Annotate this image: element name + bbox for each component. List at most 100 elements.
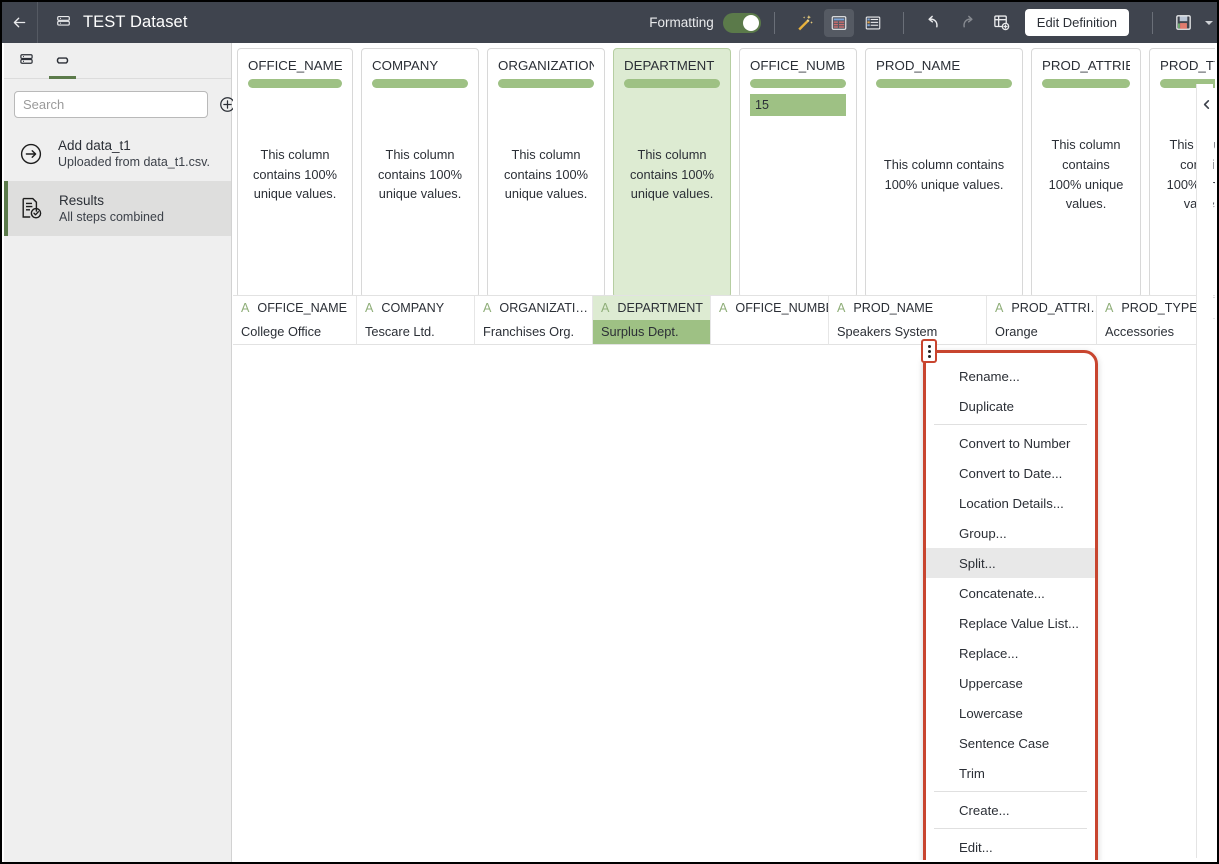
formatting-toggle[interactable] bbox=[723, 13, 761, 33]
column-card[interactable]: OFFICE_NUMBER15 bbox=[739, 48, 857, 298]
database-icon bbox=[18, 52, 35, 69]
unique-values-note: This column contains 100% unique values. bbox=[624, 88, 720, 297]
grid-column-header[interactable]: AOFFICE_NUMBER bbox=[711, 296, 829, 320]
grid-cell[interactable]: Surplus Dept. bbox=[593, 319, 711, 345]
toolbar-divider bbox=[774, 12, 775, 34]
context-menu-item[interactable]: Concatenate... bbox=[926, 578, 1095, 608]
back-button[interactable] bbox=[2, 2, 38, 43]
add-view-icon bbox=[992, 13, 1011, 32]
column-profile-cards: OFFICE_NAMEThis column contains 100% uni… bbox=[233, 43, 1215, 295]
column-card[interactable]: DEPARTMENTThis column contains 100% uniq… bbox=[613, 48, 731, 298]
grid-column-header-label: PROD_NAME bbox=[853, 301, 933, 315]
column-card-title: PROD_NAME bbox=[876, 58, 1012, 73]
steps-list: Add data_t1 Uploaded from data_t1.csv. R… bbox=[4, 126, 231, 236]
toolbar-divider-3 bbox=[1152, 12, 1153, 34]
database-icon bbox=[55, 14, 72, 31]
grid-cell[interactable] bbox=[711, 319, 829, 345]
column-card[interactable]: OFFICE_NAMEThis column contains 100% uni… bbox=[237, 48, 353, 298]
sidebar-tabs bbox=[4, 43, 231, 79]
column-context-menu: Rename...Duplicate Convert to NumberConve… bbox=[923, 350, 1098, 860]
sidebar-tab-prepare[interactable] bbox=[53, 43, 72, 79]
list-view-button[interactable] bbox=[858, 9, 888, 37]
value-bar[interactable]: 15 bbox=[750, 94, 846, 116]
grid-cell[interactable]: Tescare Ltd. bbox=[357, 319, 475, 345]
column-type-icon: A bbox=[719, 301, 727, 315]
main-content: OFFICE_NAME This column contains 100% uni… bbox=[233, 43, 1215, 860]
grid-cell[interactable]: Accessories bbox=[1097, 319, 1207, 345]
context-menu-item[interactable]: Split... bbox=[926, 548, 1095, 578]
redo-button[interactable] bbox=[953, 9, 983, 37]
top-bar: TEST Dataset Formatting bbox=[2, 2, 1217, 43]
toolbar-divider-2 bbox=[903, 12, 904, 34]
save-group[interactable] bbox=[1166, 9, 1217, 37]
context-menu-item[interactable]: Replace... bbox=[926, 638, 1095, 668]
context-menu-separator bbox=[934, 828, 1087, 829]
column-fill-bar bbox=[876, 79, 1012, 88]
grid-cell[interactable]: Speakers System bbox=[829, 319, 987, 345]
context-menu-item[interactable]: Sentence Case bbox=[926, 728, 1095, 758]
context-menu-item[interactable]: Location Details... bbox=[926, 488, 1095, 518]
column-card-title: PROD_ATTRIBU… bbox=[1042, 58, 1130, 73]
sidebar-tab-data[interactable] bbox=[18, 43, 35, 79]
application-window: TEST Dataset Formatting bbox=[0, 0, 1219, 864]
dot bbox=[928, 345, 931, 348]
formatting-label: Formatting bbox=[649, 15, 714, 30]
grid-column-header[interactable]: APROD_TYPE bbox=[1097, 296, 1207, 320]
step-results[interactable]: Results All steps combined bbox=[4, 181, 231, 236]
column-card[interactable]: PROD_ATTRIBU…This column contains 100% u… bbox=[1031, 48, 1141, 298]
context-menu-item[interactable]: Replace Value List... bbox=[926, 608, 1095, 638]
toolbar: Formatting bbox=[649, 2, 1217, 43]
grid-column-header[interactable]: AOFFICE_NAME bbox=[233, 296, 357, 320]
save-dropdown-caret[interactable] bbox=[1205, 21, 1213, 25]
magic-wand-button[interactable] bbox=[790, 9, 820, 37]
edit-definition-button[interactable]: Edit Definition bbox=[1025, 9, 1129, 36]
grid-column-header[interactable]: A PROD_NAME bbox=[829, 296, 987, 320]
column-type-icon: A bbox=[837, 301, 845, 315]
grid-cell[interactable]: College Office bbox=[233, 319, 357, 345]
column-menu-handle[interactable] bbox=[921, 339, 937, 363]
redo-icon bbox=[958, 13, 977, 32]
context-menu-item[interactable]: Group... bbox=[926, 518, 1095, 548]
context-menu-item[interactable]: Trim bbox=[926, 758, 1095, 788]
undo-button[interactable] bbox=[919, 9, 949, 37]
step-title: Add data_t1 bbox=[58, 138, 210, 153]
column-type-icon: A bbox=[365, 301, 373, 315]
grid-column-header[interactable]: A PROD_ATTRI… bbox=[987, 296, 1097, 320]
unique-values-note: This column contains 100% unique values. bbox=[876, 88, 1012, 297]
page-title: TEST Dataset bbox=[83, 13, 188, 32]
step-add-data[interactable]: Add data_t1 Uploaded from data_t1.csv. bbox=[4, 126, 231, 181]
grid-cell[interactable]: Franchises Org. bbox=[475, 319, 593, 345]
column-fill-bar bbox=[1042, 79, 1130, 88]
column-card[interactable]: COMPANYThis column contains 100% unique … bbox=[361, 48, 479, 298]
column-card[interactable]: ORGANIZATIONThis column contains 100% un… bbox=[487, 48, 605, 298]
collapse-panel-icon[interactable] bbox=[1199, 95, 1213, 113]
grid-column-header[interactable]: ACOMPANY bbox=[357, 296, 475, 320]
context-menu-item[interactable]: Convert to Date... bbox=[926, 458, 1095, 488]
column-type-icon: A bbox=[995, 301, 1003, 315]
context-menu-item[interactable]: Convert to Number bbox=[926, 428, 1095, 458]
context-menu-item[interactable]: Uppercase bbox=[926, 668, 1095, 698]
column-card[interactable]: PROD_NAME This column contains 100% uniqu… bbox=[865, 48, 1023, 298]
context-menu-item[interactable]: Create... bbox=[926, 795, 1095, 825]
context-menu-item[interactable]: Rename... bbox=[926, 361, 1095, 391]
grid-column-header-label: OFFICE_NAME bbox=[257, 301, 347, 315]
context-menu-item[interactable]: Lowercase bbox=[926, 698, 1095, 728]
add-view-button[interactable] bbox=[987, 9, 1017, 37]
grid-column-header-label: PROD_ATTRI… bbox=[1011, 301, 1097, 315]
context-menu-item[interactable]: Edit... bbox=[926, 832, 1095, 860]
column-fill-bar bbox=[624, 79, 720, 88]
toggle-knob bbox=[743, 15, 759, 31]
search-input[interactable] bbox=[14, 91, 208, 118]
save-button[interactable] bbox=[1168, 9, 1198, 37]
context-menu-separator bbox=[934, 424, 1087, 425]
node-icon bbox=[53, 51, 72, 70]
back-arrow-icon bbox=[11, 14, 28, 31]
results-document-icon bbox=[18, 195, 45, 222]
context-menu-item[interactable]: Duplicate bbox=[926, 391, 1095, 421]
unique-values-note: This column contains 100% unique values. bbox=[498, 88, 594, 297]
grid-view-button[interactable] bbox=[824, 9, 854, 37]
grid-column-header[interactable]: AORGANIZATI… bbox=[475, 296, 593, 320]
grid-column-header[interactable]: ADEPARTMENT bbox=[593, 296, 711, 320]
grid-cell[interactable]: Orange bbox=[987, 319, 1097, 345]
dot bbox=[928, 350, 931, 353]
